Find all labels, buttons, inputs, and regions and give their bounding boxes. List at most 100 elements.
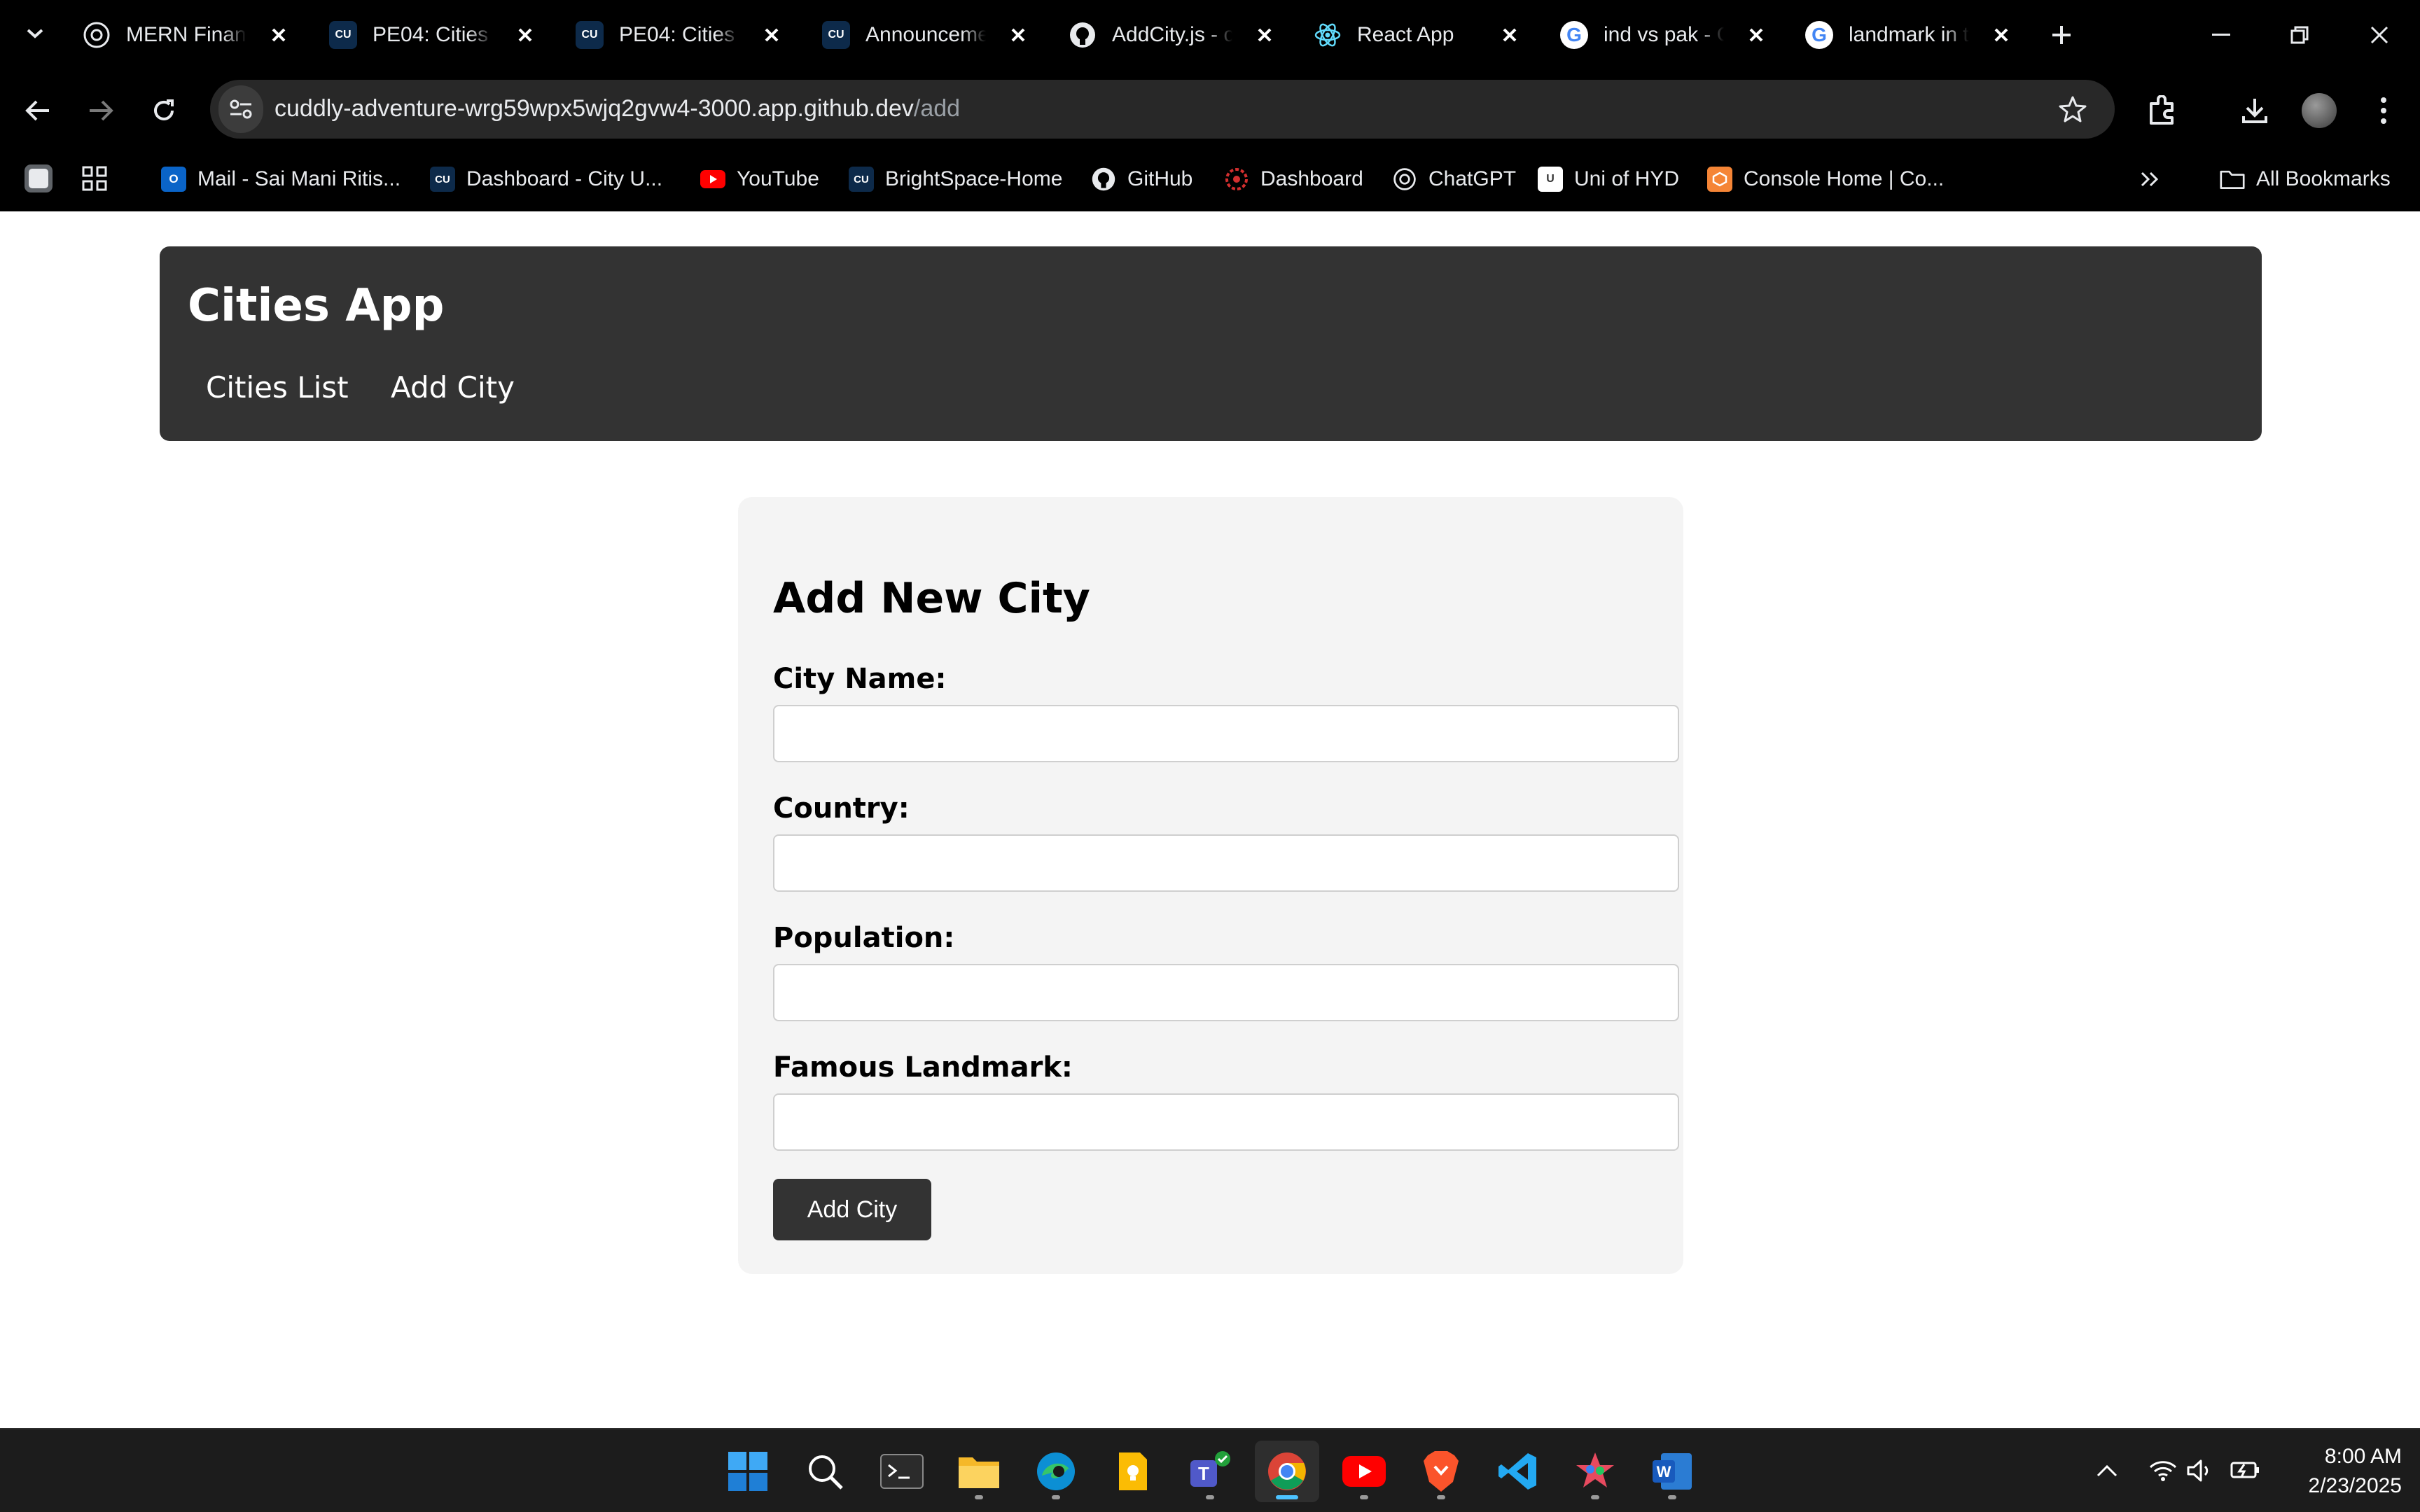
bookmark-dashboard[interactable]: Dashboard	[1224, 164, 1363, 195]
url-text[interactable]: cuddly-adventure-wrg59wpx5wjq2gvw4-3000.…	[274, 95, 960, 122]
menu-kebab-icon[interactable]	[2363, 90, 2405, 132]
aws-icon	[1707, 167, 1732, 192]
new-tab-icon[interactable]	[2045, 18, 2078, 52]
population-input[interactable]	[773, 964, 1679, 1021]
close-tab-icon[interactable]	[1987, 21, 2015, 49]
bookmark-label: Mail - Sai Mani Ritis...	[197, 167, 401, 190]
minimize-icon[interactable]	[2200, 15, 2242, 55]
show-hidden-icons[interactable]	[2089, 1453, 2125, 1488]
bookmark-console-home[interactable]: Console Home | Co...	[1707, 164, 1944, 195]
bookmark-uni-of-hyd[interactable]: U Uni of HYD	[1538, 164, 1679, 195]
country-input[interactable]	[773, 834, 1679, 892]
tab-title: AddCity.js - c	[1112, 23, 1232, 46]
dashboard-icon	[1224, 167, 1249, 192]
download-icon[interactable]	[2234, 90, 2276, 132]
bookmark-github[interactable]: GitHub	[1091, 164, 1192, 195]
city-name-input[interactable]	[773, 705, 1679, 762]
wifi-icon[interactable]	[2146, 1453, 2181, 1488]
reload-icon[interactable]	[144, 91, 183, 130]
tab-pe04-cities-2[interactable]: CU PE04: Cities -	[576, 8, 786, 62]
close-tab-icon[interactable]	[1004, 21, 1032, 49]
keep-icon[interactable]	[1101, 1441, 1165, 1502]
close-tab-icon[interactable]	[511, 21, 539, 49]
windows-start-icon[interactable]	[716, 1441, 780, 1502]
bookmark-star-icon[interactable]	[2056, 92, 2089, 126]
tab-announcements[interactable]: CU Announceme	[822, 8, 1032, 62]
tab-landmark[interactable]: G landmark in t	[1805, 8, 2015, 62]
youtube-icon[interactable]	[1332, 1441, 1396, 1502]
youtube-icon	[700, 167, 725, 192]
page-content: Cities App Cities List Add City Add New …	[0, 211, 2420, 1428]
close-tab-icon[interactable]	[1742, 21, 1770, 49]
tab-groups-icon[interactable]	[21, 161, 56, 196]
bookmark-mail[interactable]: O Mail - Sai Mani Ritis...	[161, 164, 401, 195]
cu-icon: CU	[849, 167, 874, 192]
bookmark-chatgpt[interactable]: ChatGPT	[1392, 164, 1516, 195]
svg-text:T: T	[1198, 1463, 1209, 1484]
address-bar[interactable]: cuddly-adventure-wrg59wpx5wjq2gvw4-3000.…	[210, 80, 2115, 139]
site-settings-icon[interactable]	[218, 85, 263, 133]
nav-add-city[interactable]: Add City	[391, 370, 515, 405]
close-tab-icon[interactable]	[758, 21, 786, 49]
bookmark-youtube[interactable]: YouTube	[700, 164, 819, 195]
teams-icon[interactable]: T	[1178, 1441, 1242, 1502]
restore-icon[interactable]	[2279, 15, 2321, 55]
close-tab-icon[interactable]	[265, 21, 293, 49]
bookmark-label: YouTube	[737, 167, 819, 190]
close-window-icon[interactable]	[2358, 15, 2400, 55]
tab-title: MERN Financ	[126, 23, 246, 46]
tab-mern-finance[interactable]: MERN Financ	[83, 8, 293, 62]
bookmark-brightspace[interactable]: CU BrightSpace-Home	[849, 164, 1062, 195]
tab-pe04-cities[interactable]: CU PE04: Cities -	[329, 8, 539, 62]
paint-icon[interactable]	[1563, 1441, 1627, 1502]
bookmark-label: Dashboard	[1260, 167, 1363, 190]
cu-icon: CU	[430, 167, 455, 192]
tab-addcity-js[interactable]: AddCity.js - c	[1069, 8, 1279, 62]
system-clock[interactable]: 8:00 AM 2/23/2025	[2283, 1442, 2402, 1501]
profile-avatar[interactable]	[2298, 90, 2340, 132]
tab-react-app[interactable]: React App	[1314, 8, 1524, 62]
more-bookmarks-icon[interactable]	[2140, 164, 2161, 195]
brave-icon[interactable]	[1409, 1441, 1473, 1502]
form-heading: Add New City	[773, 574, 1090, 623]
clock-time: 8:00 AM	[2324, 1445, 2402, 1468]
add-city-button[interactable]: Add City	[773, 1179, 931, 1240]
vscode-icon[interactable]	[1486, 1441, 1550, 1502]
bookmark-label: Uni of HYD	[1574, 167, 1680, 190]
terminal-icon[interactable]	[870, 1441, 934, 1502]
tab-ind-vs-pak[interactable]: G ind vs pak - G	[1560, 8, 1770, 62]
nav-cities-list[interactable]: Cities List	[206, 370, 349, 405]
react-icon	[1314, 21, 1342, 49]
extensions-icon[interactable]	[2141, 90, 2183, 132]
volume-icon[interactable]	[2183, 1453, 2218, 1488]
file-explorer-icon[interactable]	[947, 1441, 1011, 1502]
forward-icon[interactable]	[81, 91, 120, 130]
battery-charging-icon[interactable]	[2228, 1453, 2263, 1488]
apps-grid-icon[interactable]	[77, 161, 112, 196]
url-host: cuddly-adventure-wrg59wpx5wjq2gvw4-3000.…	[274, 95, 914, 122]
app-header: Cities App Cities List Add City	[160, 246, 2262, 441]
windows-taskbar: T W 8:00 AM 2/23/2025	[0, 1428, 2420, 1512]
github-icon	[1069, 21, 1097, 49]
tab-search-icon[interactable]	[17, 15, 53, 52]
country-label: Country:	[773, 792, 910, 825]
cu-icon: CU	[822, 21, 850, 49]
outlook-icon: O	[161, 167, 186, 192]
tab-title: landmark in t	[1849, 23, 1969, 46]
bookmark-label: GitHub	[1127, 167, 1193, 190]
bookmarks-bar: O Mail - Sai Mani Ritis... CU Dashboard …	[0, 150, 2420, 206]
back-icon[interactable]	[18, 91, 57, 130]
landmark-input[interactable]	[773, 1093, 1679, 1151]
bookmark-dashboard-city-u[interactable]: CU Dashboard - City U...	[430, 164, 662, 195]
edge-icon[interactable]	[1024, 1441, 1088, 1502]
add-city-form: Add New City City Name: Country: Populat…	[738, 497, 1683, 1274]
close-tab-icon[interactable]	[1496, 21, 1524, 49]
tab-strip: MERN Financ CU PE04: Cities - CU PE04: C…	[0, 0, 2420, 70]
all-bookmarks[interactable]: All Bookmarks	[2220, 164, 2391, 195]
uohyd-icon: U	[1538, 167, 1563, 192]
close-tab-icon[interactable]	[1251, 21, 1279, 49]
search-icon[interactable]	[793, 1441, 857, 1502]
chrome-icon[interactable]	[1255, 1441, 1319, 1502]
app-title: Cities App	[188, 280, 445, 332]
word-icon[interactable]: W	[1640, 1441, 1704, 1502]
